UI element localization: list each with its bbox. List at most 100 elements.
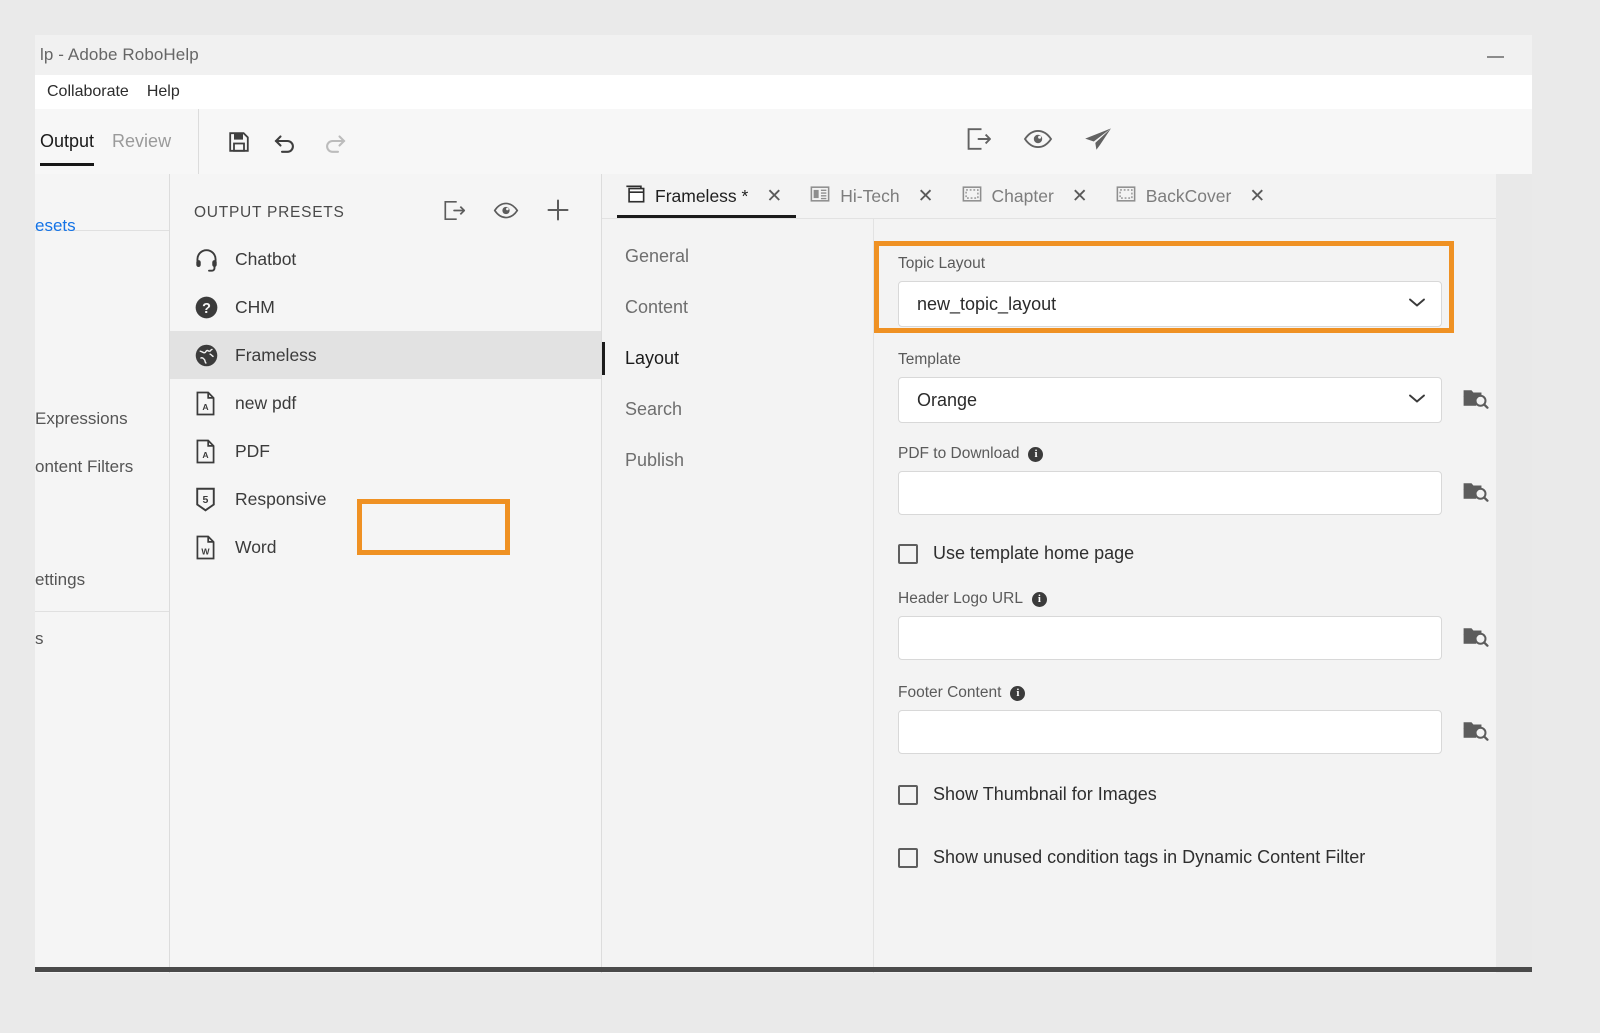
close-icon[interactable]: ✕ [757,187,791,206]
subnav-item-publish[interactable]: Publish [602,435,873,486]
show-thumbnail-row[interactable]: Show Thumbnail for Images [874,784,1532,805]
layout-settings-form: Topic Layout new_topic_layout [874,219,1532,973]
browser-window-icon [624,184,646,209]
undo-icon[interactable] [273,130,299,154]
ribbon-divider [198,109,199,175]
folder-search-icon[interactable] [1462,479,1489,508]
word-file-icon: W [194,535,224,560]
subnav-label: Publish [625,450,684,471]
preset-item-new-pdf[interactable]: A new pdf [170,379,601,427]
show-unused-condition-tags-checkbox[interactable] [898,848,918,868]
use-template-home-page-label: Use template home page [933,543,1134,564]
pdf-to-download-label: PDF to Download i [898,445,1532,463]
topic-layout-value: new_topic_layout [917,294,1407,315]
subnav-label: Layout [625,348,679,369]
title-bar: lp - Adobe RoboHelp [35,35,1532,75]
header-logo-url-input[interactable] [898,616,1442,660]
subnav-label: General [625,246,689,267]
show-thumbnail-checkbox[interactable] [898,785,918,805]
newspaper-layout-icon [809,184,831,209]
show-unused-condition-tags-row[interactable]: Show unused condition tags in Dynamic Co… [874,847,1532,868]
template-row: Orange [898,377,1532,423]
topic-layout-select[interactable]: new_topic_layout [898,281,1442,327]
preview-icon[interactable] [493,200,519,226]
preset-item-responsive[interactable]: 5 Responsive [170,475,601,523]
dashed-page-icon [1115,184,1137,209]
preset-item-chatbot[interactable]: Chatbot [170,235,601,283]
subnav-item-content[interactable]: Content [602,282,873,333]
ribbon-tab-output[interactable]: Output [35,109,103,174]
pdf-to-download-label-text: PDF to Download [898,445,1019,463]
ribbon-toolbar: Output Review [35,109,1532,174]
info-icon[interactable]: i [1032,592,1047,607]
editor-tab-hi-tech[interactable]: Hi-Tech ✕ [799,174,950,218]
header-logo-url-label-text: Header Logo URL [898,590,1023,608]
minimize-button[interactable] [1472,47,1518,67]
subnav-item-layout[interactable]: Layout [602,333,873,384]
menu-item-help[interactable]: Help [138,79,189,105]
folder-search-icon[interactable] [1462,718,1489,747]
project-panel-divider-2 [35,611,169,612]
preset-label: PDF [235,441,270,462]
ribbon-tab-output-label: Output [40,131,94,152]
template-select[interactable]: Orange [898,377,1442,423]
editor-tab-chapter[interactable]: Chapter ✕ [951,174,1105,218]
close-icon[interactable]: ✕ [1240,187,1274,206]
workspace: esets Expressions ontent Filters ettings… [35,174,1532,973]
footer-content-input[interactable] [898,710,1442,754]
close-icon[interactable]: ✕ [1063,187,1097,206]
preset-item-chm[interactable]: ? CHM [170,283,601,331]
template-value: Orange [917,390,1407,411]
project-panel-item-presets[interactable]: esets [35,216,76,236]
show-unused-condition-tags-label: Show unused condition tags in Dynamic Co… [933,847,1365,868]
generate-output-icon[interactable] [965,126,993,157]
info-icon[interactable]: i [1028,447,1043,462]
subnav-item-general[interactable]: General [602,231,873,282]
ribbon-tab-review[interactable]: Review [103,109,180,174]
preview-icon[interactable] [1023,127,1053,156]
project-panel-item-partial[interactable]: s [35,629,44,649]
svg-text:W: W [201,546,210,556]
topic-layout-field: Topic Layout new_topic_layout [874,255,1532,327]
chevron-down-icon [1407,295,1427,314]
use-template-home-page-row[interactable]: Use template home page [874,543,1532,564]
project-panel-item-expressions[interactable]: Expressions [35,409,128,429]
window-bottom-edge [35,967,1532,972]
chevron-down-icon [1407,391,1427,410]
editor-tab-label: Hi-Tech [840,186,899,207]
project-panel-item-content-filters[interactable]: ontent Filters [35,457,133,477]
info-icon[interactable]: i [1010,686,1025,701]
preset-label: CHM [235,297,275,318]
folder-search-icon[interactable] [1462,624,1489,653]
editor-area: Frameless * ✕ Hi-Tech ✕ [602,174,1532,973]
use-template-home-page-checkbox[interactable] [898,544,918,564]
menu-item-collaborate[interactable]: Collaborate [38,79,138,105]
pdf-to-download-input[interactable] [898,471,1442,515]
svg-text:5: 5 [203,493,209,505]
add-preset-icon[interactable] [545,197,571,228]
close-icon[interactable]: ✕ [909,187,943,206]
generate-output-icon[interactable] [442,199,467,227]
save-icon[interactable] [227,130,251,154]
preset-item-word[interactable]: W Word [170,523,601,571]
svg-text:A: A [202,450,209,460]
output-presets-header: OUTPUT PRESETS [170,174,601,229]
preset-item-frameless[interactable]: Frameless [170,331,601,379]
pdf-to-download-field: PDF to Download i [874,445,1532,515]
folder-search-icon[interactable] [1462,386,1489,415]
preset-item-pdf[interactable]: A PDF [170,427,601,475]
publish-icon[interactable] [1083,126,1113,157]
editor-tab-frameless[interactable]: Frameless * ✕ [614,174,799,218]
editor-tab-backcover[interactable]: BackCover ✕ [1105,174,1283,218]
html5-icon: 5 [194,487,224,512]
ribbon-tab-group: Output Review [35,109,180,174]
header-logo-url-label: Header Logo URL i [898,590,1532,608]
project-panel-item-settings[interactable]: ettings [35,570,85,590]
project-panel: esets Expressions ontent Filters ettings… [35,174,170,973]
subnav-item-search[interactable]: Search [602,384,873,435]
header-logo-url-row [898,616,1532,660]
editor-panes: General Content Layout Search Publish [602,219,1532,973]
redo-icon[interactable] [321,130,347,154]
window-title: lp - Adobe RoboHelp [35,45,199,65]
globe-icon [194,343,224,368]
